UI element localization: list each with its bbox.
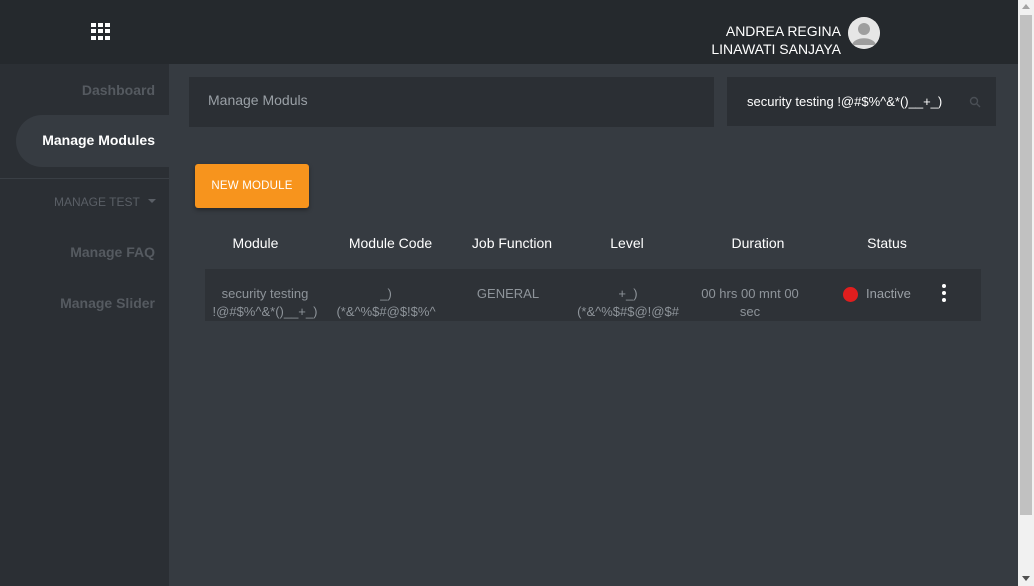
column-header-module-code[interactable]: Module Code	[330, 235, 451, 251]
sidebar-item-manage-slider[interactable]: Manage Slider	[60, 295, 155, 311]
sidebar-item-manage-faq[interactable]: Manage FAQ	[70, 244, 155, 260]
sidebar-item-dashboard[interactable]: Dashboard	[82, 82, 155, 98]
caret-down-icon	[147, 198, 156, 203]
column-header-status[interactable]: Status	[837, 235, 937, 251]
cell-job-function: GENERAL	[476, 286, 540, 301]
cell-module: security testing !@#$%^&*()__+_)	[205, 285, 325, 321]
cell-duration-line2: sec	[739, 304, 761, 319]
user-name-line1: ANDREA REGINA	[725, 23, 841, 39]
avatar[interactable]	[848, 17, 880, 49]
new-module-button[interactable]: NEW MODULE	[195, 164, 309, 208]
sidebar-item-label: Manage Modules	[42, 132, 155, 148]
grid-menu-icon[interactable]	[91, 23, 110, 40]
page-title-card: Manage Moduls	[189, 77, 714, 127]
scroll-down-arrow-icon[interactable]	[1022, 576, 1030, 581]
cell-module-line2: !@#$%^&*()__+_)	[212, 304, 318, 319]
status-text: Inactive	[866, 286, 911, 301]
status-indicator	[843, 287, 858, 302]
search-icon[interactable]	[969, 96, 981, 108]
cell-module-line1: security testing	[221, 286, 309, 301]
user-name-line2: LINAWATI SANJAYA	[711, 41, 841, 57]
search-input[interactable]	[741, 91, 973, 111]
cell-level: +_) (*&^%$#$@!@$#	[568, 285, 688, 321]
top-navbar: ANDREA REGINA LINAWATI SANJAYA	[0, 0, 1018, 64]
sidebar-item-label: MANAGE TEST	[54, 195, 140, 209]
page-title: Manage Moduls	[208, 92, 308, 108]
user-avatar-icon	[848, 17, 880, 49]
sidebar: Dashboard Manage Modules MANAGE TEST Man…	[0, 64, 169, 586]
column-header-level[interactable]: Level	[577, 235, 677, 251]
column-header-job-function[interactable]: Job Function	[462, 235, 562, 251]
sidebar-item-manage-modules[interactable]: Manage Modules	[16, 115, 169, 167]
column-header-duration[interactable]: Duration	[708, 235, 808, 251]
cell-module-code-line2: (*&^%$#@$!$%^	[336, 304, 436, 319]
user-name[interactable]: ANDREA REGINA LINAWATI SANJAYA	[711, 22, 841, 58]
sidebar-item-manage-test[interactable]: MANAGE TEST	[54, 195, 156, 209]
scroll-up-arrow-icon[interactable]	[1022, 4, 1030, 9]
cell-duration: 00 hrs 00 mnt 00 sec	[694, 285, 806, 321]
cell-duration-line1: 00 hrs 00 mnt 00	[701, 286, 799, 301]
cell-level-line1: +_)	[618, 286, 638, 301]
cell-module-code: _) (*&^%$#@$!$%^	[326, 285, 446, 321]
cell-module-code-line1: _)	[380, 286, 392, 301]
search-box	[727, 77, 996, 126]
cell-level-line2: (*&^%$#$@!@$#	[577, 304, 679, 319]
column-header-module[interactable]: Module	[205, 235, 306, 251]
scrollbar-thumb[interactable]	[1020, 15, 1032, 515]
sidebar-divider	[0, 178, 169, 179]
more-options-icon[interactable]	[936, 284, 952, 304]
